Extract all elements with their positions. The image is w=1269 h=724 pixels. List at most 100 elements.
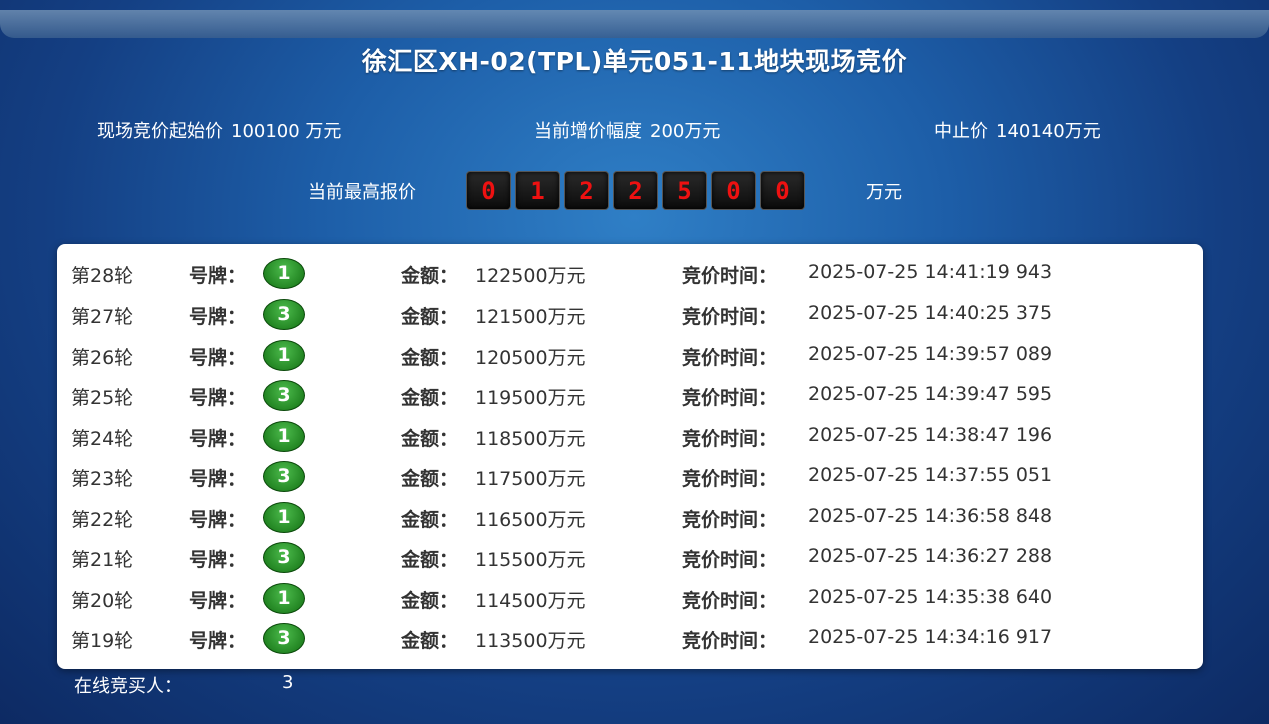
round-number: 第23轮 — [71, 468, 134, 490]
amount-label: 金额： — [401, 549, 459, 571]
amount-label: 金额： — [401, 306, 459, 328]
stop-price-value: 140140万元 — [996, 121, 1101, 142]
plate-label: 号牌： — [189, 630, 247, 652]
amount-label: 金额： — [401, 387, 459, 409]
plate-label: 号牌： — [189, 347, 247, 369]
round-number: 第19轮 — [71, 630, 134, 652]
digit: 0 — [760, 171, 805, 210]
plate-label: 号牌： — [189, 265, 247, 287]
amount-value: 117500万元 — [475, 468, 586, 490]
bid-row: 第23轮 号牌： 3 金额： 117500万元 竞价时间： 2025-07-25… — [57, 456, 1203, 496]
plate-label: 号牌： — [189, 509, 247, 531]
round-number: 第25轮 — [71, 387, 134, 409]
plate-badge: 1 — [263, 502, 305, 533]
time-label: 竞价时间： — [682, 590, 778, 612]
highest-bid-unit: 万元 — [866, 182, 902, 203]
time-label: 竞价时间： — [682, 468, 778, 490]
bid-history-panel: 第28轮 号牌： 1 金额： 122500万元 竞价时间： 2025-07-25… — [57, 244, 1203, 669]
top-bar — [0, 10, 1269, 38]
time-value: 2025-07-25 14:39:47 595 — [808, 383, 1053, 405]
bid-row: 第21轮 号牌： 3 金额： 115500万元 竞价时间： 2025-07-25… — [57, 537, 1203, 577]
stop-price-label: 中止价 — [934, 121, 988, 142]
amount-value: 121500万元 — [475, 306, 586, 328]
plate-badge: 1 — [263, 583, 305, 614]
plate-badge: 1 — [263, 421, 305, 452]
bid-row: 第22轮 号牌： 1 金额： 116500万元 竞价时间： 2025-07-25… — [57, 497, 1203, 537]
bid-row: 第27轮 号牌： 3 金额： 121500万元 竞价时间： 2025-07-25… — [57, 294, 1203, 334]
plate-label: 号牌： — [189, 549, 247, 571]
amount-label: 金额： — [401, 468, 459, 490]
start-price: 现场竞价起始价 100100 万元 — [97, 117, 341, 143]
bid-row: 第19轮 号牌： 3 金额： 113500万元 竞价时间： 2025-07-25… — [57, 618, 1203, 658]
increment-value: 200万元 — [650, 121, 721, 142]
amount-value: 116500万元 — [475, 509, 586, 531]
amount-value: 122500万元 — [475, 265, 586, 287]
time-label: 竞价时间： — [682, 265, 778, 287]
time-value: 2025-07-25 14:38:47 196 — [808, 424, 1053, 446]
digit: 0 — [466, 171, 511, 210]
time-label: 竞价时间： — [682, 347, 778, 369]
page-title: 徐汇区XH-02(TPL)单元051-11地块现场竞价 — [361, 47, 908, 76]
highest-bid-label: 当前最高报价 — [308, 182, 416, 203]
digit: 5 — [662, 171, 707, 210]
plate-label: 号牌： — [189, 387, 247, 409]
amount-label: 金额： — [401, 509, 459, 531]
amount-label: 金额： — [401, 630, 459, 652]
time-value: 2025-07-25 14:37:55 051 — [808, 464, 1053, 486]
time-value: 2025-07-25 14:34:16 917 — [808, 626, 1053, 648]
plate-badge: 3 — [263, 542, 305, 573]
plate-label: 号牌： — [189, 590, 247, 612]
plate-badge: 3 — [263, 380, 305, 411]
amount-value: 113500万元 — [475, 630, 586, 652]
time-value: 2025-07-25 14:40:25 375 — [808, 302, 1053, 324]
bid-row: 第20轮 号牌： 1 金额： 114500万元 竞价时间： 2025-07-25… — [57, 578, 1203, 618]
amount-value: 115500万元 — [475, 549, 586, 571]
increment: 当前增价幅度 200万元 — [534, 117, 720, 143]
round-number: 第22轮 — [71, 509, 134, 531]
time-label: 竞价时间： — [682, 306, 778, 328]
online-bidders-label: 在线竞买人： — [74, 676, 182, 697]
start-price-label: 现场竞价起始价 — [97, 121, 223, 142]
amount-value: 120500万元 — [475, 347, 586, 369]
amount-value: 114500万元 — [475, 590, 586, 612]
digit: 2 — [564, 171, 609, 210]
time-value: 2025-07-25 14:36:27 288 — [808, 545, 1053, 567]
amount-label: 金额： — [401, 265, 459, 287]
time-value: 2025-07-25 14:35:38 640 — [808, 586, 1053, 608]
time-label: 竞价时间： — [682, 630, 778, 652]
plate-badge: 1 — [263, 340, 305, 371]
plate-badge: 3 — [263, 623, 305, 654]
round-number: 第27轮 — [71, 306, 134, 328]
round-number: 第20轮 — [71, 590, 134, 612]
plate-badge: 1 — [263, 258, 305, 289]
plate-label: 号牌： — [189, 306, 247, 328]
digit: 1 — [515, 171, 560, 210]
amount-label: 金额： — [401, 428, 459, 450]
plate-badge: 3 — [263, 461, 305, 492]
plate-badge: 3 — [263, 299, 305, 330]
bid-row: 第26轮 号牌： 1 金额： 120500万元 竞价时间： 2025-07-25… — [57, 335, 1203, 375]
time-label: 竞价时间： — [682, 387, 778, 409]
round-number: 第26轮 — [71, 347, 134, 369]
bid-row: 第25轮 号牌： 3 金额： 119500万元 竞价时间： 2025-07-25… — [57, 375, 1203, 415]
digit: 2 — [613, 171, 658, 210]
round-number: 第21轮 — [71, 549, 134, 571]
online-bidders-count: 3 — [282, 672, 294, 693]
bid-row: 第24轮 号牌： 1 金额： 118500万元 竞价时间： 2025-07-25… — [57, 416, 1203, 456]
highest-bid-display: 0 1 2 2 5 0 0 — [466, 171, 805, 210]
round-number: 第24轮 — [71, 428, 134, 450]
time-value: 2025-07-25 14:36:58 848 — [808, 505, 1053, 527]
increment-label: 当前增价幅度 — [534, 121, 642, 142]
plate-label: 号牌： — [189, 428, 247, 450]
amount-label: 金额： — [401, 347, 459, 369]
time-label: 竞价时间： — [682, 428, 778, 450]
amount-label: 金额： — [401, 590, 459, 612]
time-value: 2025-07-25 14:39:57 089 — [808, 343, 1053, 365]
round-number: 第28轮 — [71, 265, 134, 287]
amount-value: 119500万元 — [475, 387, 586, 409]
start-price-value: 100100 万元 — [231, 121, 342, 142]
time-label: 竞价时间： — [682, 509, 778, 531]
time-value: 2025-07-25 14:41:19 943 — [808, 261, 1053, 283]
time-label: 竞价时间： — [682, 549, 778, 571]
digit: 0 — [711, 171, 756, 210]
